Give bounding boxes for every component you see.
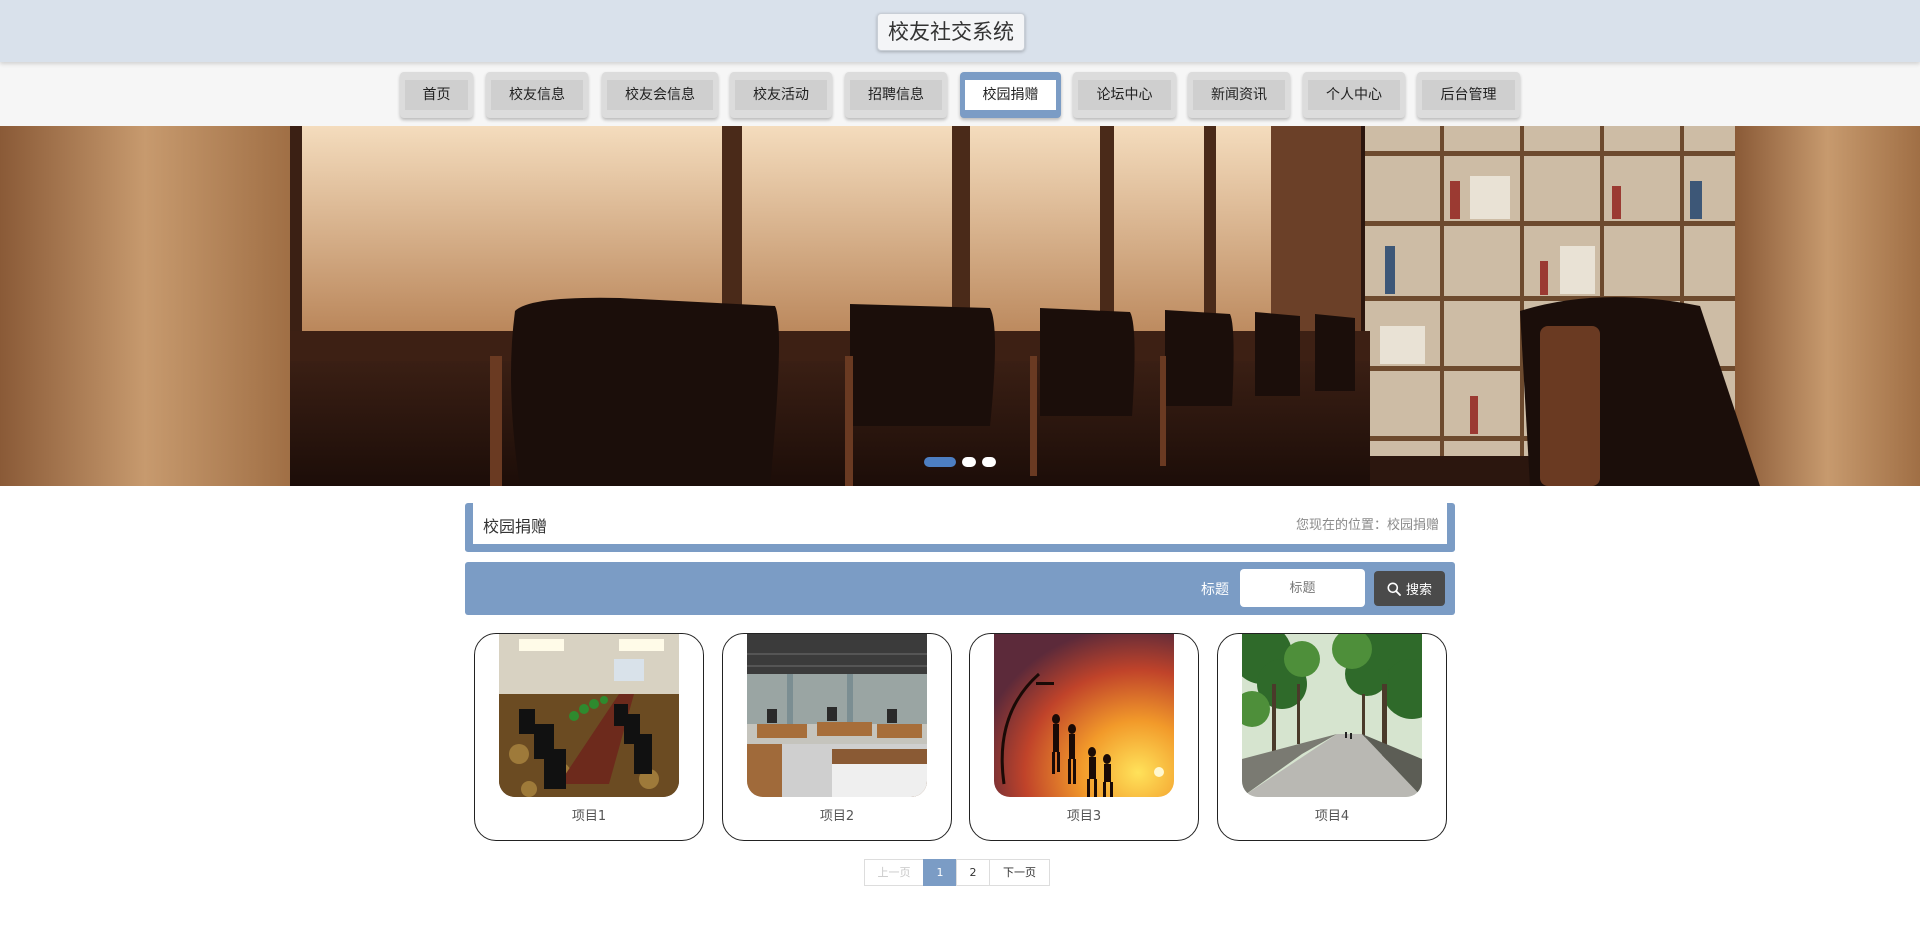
site-title: 校友社交系统: [877, 13, 1025, 51]
carousel-dot-3[interactable]: [982, 457, 996, 467]
carousel-dot-1[interactable]: [924, 457, 956, 467]
search-button-label: 搜索: [1405, 583, 1432, 598]
nav-alumni-association-label: 校友会信息: [607, 80, 713, 110]
nav-campus-donation-label: 校园捐赠: [965, 80, 1056, 110]
nav-admin-label: 后台管理: [1422, 80, 1515, 110]
nav-forum-label: 论坛中心: [1078, 80, 1171, 110]
project-card[interactable]: 项目3: [969, 633, 1199, 841]
breadcrumb: 您现在的位置：校园捐赠: [1295, 518, 1439, 533]
nav-personal-center-label: 个人中心: [1308, 80, 1400, 110]
nav-recruitment[interactable]: 招聘信息: [845, 72, 947, 118]
nav-admin[interactable]: 后台管理: [1417, 72, 1520, 118]
nav-campus-donation[interactable]: 校园捐赠: [960, 72, 1061, 118]
search-input[interactable]: [1240, 569, 1365, 607]
project-label: 项目2: [819, 809, 855, 824]
prev-page-button[interactable]: 上一页: [864, 859, 924, 886]
pagination: 上一页 1 2 下一页: [864, 859, 1050, 886]
nav-alumni-info-label: 校友信息: [491, 80, 583, 110]
project-image-basketball-sunset: [994, 634, 1174, 797]
project-image-open-office: [747, 634, 927, 797]
nav-personal-center[interactable]: 个人中心: [1303, 72, 1405, 118]
nav-home[interactable]: 首页: [400, 72, 473, 118]
search-bar: 标题 搜索: [465, 562, 1455, 615]
section-title: 校园捐赠: [483, 517, 548, 536]
search-icon: [1387, 582, 1401, 596]
banner-carousel[interactable]: [0, 126, 1920, 486]
nav-alumni-association[interactable]: 校友会信息: [602, 72, 718, 118]
main-nav: 首页 校友信息 校友会信息 校友活动 招聘信息 校园捐赠 论坛中心 新闻资讯 个…: [0, 62, 1920, 126]
site-header: 校友社交系统: [0, 0, 1920, 62]
nav-forum[interactable]: 论坛中心: [1073, 72, 1176, 118]
page-1-button[interactable]: 1: [923, 859, 957, 886]
project-image-conference-room: [499, 634, 679, 797]
nav-home-label: 首页: [405, 80, 468, 110]
page-2-button[interactable]: 2: [956, 859, 990, 886]
project-label: 项目4: [1314, 809, 1350, 824]
nav-news[interactable]: 新闻资讯: [1188, 72, 1290, 118]
project-label: 项目3: [1066, 809, 1102, 824]
nav-alumni-activities-label: 校友活动: [735, 80, 827, 110]
next-page-button[interactable]: 下一页: [989, 859, 1050, 886]
search-button[interactable]: 搜索: [1374, 571, 1445, 606]
nav-recruitment-label: 招聘信息: [850, 80, 942, 110]
project-image-tree-lined-road: [1242, 634, 1422, 797]
search-label: 标题: [1201, 582, 1229, 598]
section-header: 校园捐赠 您现在的位置：校园捐赠: [465, 503, 1455, 552]
nav-alumni-info[interactable]: 校友信息: [486, 72, 588, 118]
carousel-dots: [924, 457, 996, 469]
project-card[interactable]: 项目4: [1217, 633, 1447, 841]
nav-alumni-activities[interactable]: 校友活动: [730, 72, 832, 118]
banner-image: [0, 126, 1920, 486]
nav-news-label: 新闻资讯: [1193, 80, 1285, 110]
project-card[interactable]: 项目2: [722, 633, 952, 841]
project-label: 项目1: [571, 809, 607, 824]
carousel-dot-2[interactable]: [962, 457, 976, 467]
project-card[interactable]: 项目1: [474, 633, 704, 841]
